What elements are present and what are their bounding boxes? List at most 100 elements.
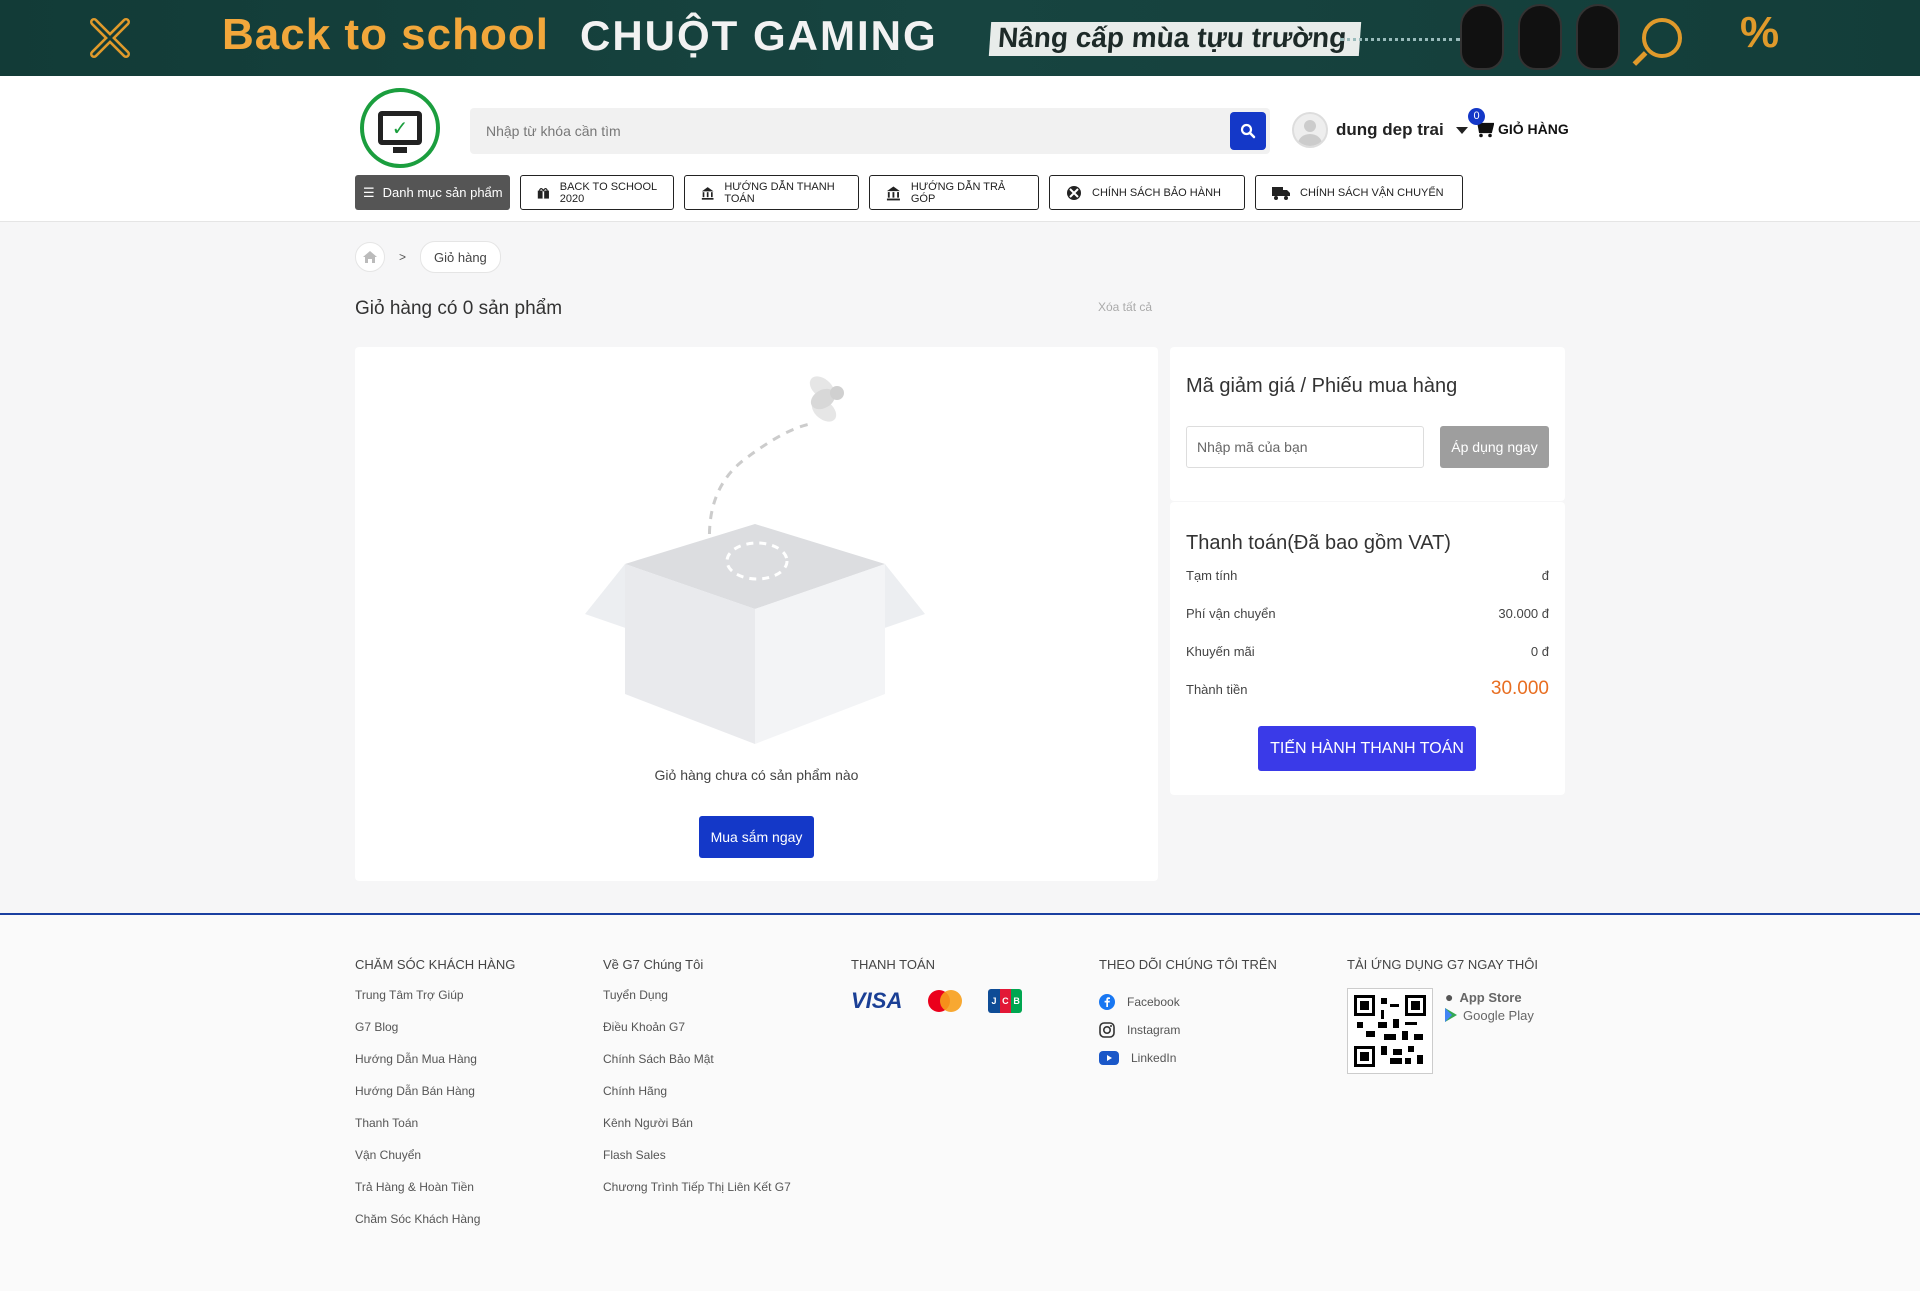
shop-now-button[interactable]: Mua sắm ngay — [699, 816, 814, 858]
total-row: Thành tiền 30.000 — [1186, 678, 1549, 700]
chevron-down-icon — [1455, 126, 1468, 134]
footer-link[interactable]: Vận Chuyển — [355, 1148, 515, 1180]
visa-logo: VISA — [851, 988, 903, 1013]
payment-title: Thanh toán(Đã bao gồm VAT) — [1186, 532, 1451, 554]
footer-link[interactable]: Tuyển Dụng — [603, 988, 791, 1020]
footer-link[interactable]: Điều Khoản G7 — [603, 1020, 791, 1052]
search-button[interactable] — [1230, 112, 1266, 150]
mouse-image — [1518, 4, 1562, 70]
footer-follow: THEO DÕI CHÚNG TÔI TRÊN Facebook Instagr… — [1099, 957, 1277, 1072]
username: dung dep trai — [1336, 120, 1444, 139]
nav-label: HƯỚNG DẪN THANH TOÁN — [724, 180, 835, 205]
footer-link[interactable]: Trung Tâm Trợ Giúp — [355, 988, 515, 1020]
footer-link[interactable]: Thanh Toán — [355, 1116, 515, 1148]
banner-subtitle: Nâng cấp mùa tựu trường — [988, 22, 1362, 56]
footer-link[interactable]: Chương Trình Tiếp Thị Liên Kết G7 — [603, 1180, 791, 1212]
linkedin-link[interactable]: LinkedIn — [1099, 1044, 1277, 1072]
truck-icon — [1272, 186, 1290, 200]
row-value: đ — [1541, 568, 1549, 583]
empty-cart-panel: Giỏ hàng chưa có sản phẩm nào Mua sắm ng… — [355, 347, 1158, 881]
app-store-link[interactable]: ● App Store — [1445, 988, 1534, 1006]
coupon-panel: Mã giảm giá / Phiếu mua hàng Áp dụng nga… — [1170, 347, 1565, 501]
footer-heading: CHĂM SÓC KHÁCH HÀNG — [355, 957, 516, 972]
row-label: Phí vận chuyển — [1186, 606, 1276, 621]
nav-warranty-policy[interactable]: CHÍNH SÁCH BẢO HÀNH — [1049, 175, 1245, 210]
cart-link[interactable]: 0 GIỎ HÀNG — [1468, 108, 1569, 138]
mouse-image — [1460, 4, 1504, 70]
bank-icon — [701, 186, 714, 200]
banner-title-gaming-mouse: CHUỘT GAMING — [580, 12, 938, 59]
nav-payment-guide[interactable]: HƯỚNG DẪN THANH TOÁN — [684, 175, 859, 210]
mouse-image — [1576, 4, 1620, 70]
main-nav: ☰ Danh mục sản phẩm BACK TO SCHOOL 2020 … — [355, 175, 1463, 210]
search-input[interactable] — [470, 108, 1210, 154]
category-menu-button[interactable]: ☰ Danh mục sản phẩm — [355, 175, 510, 210]
row-value: 0 đ — [1530, 644, 1549, 659]
clear-all-link[interactable]: Xóa tất cả — [1098, 300, 1152, 314]
google-play-icon — [1445, 1008, 1457, 1022]
google-play-link[interactable]: Google Play — [1445, 1006, 1534, 1024]
site-footer: CHĂM SÓC KHÁCH HÀNG Trung Tâm Trợ Giúp G… — [0, 913, 1920, 1291]
payment-summary: Thanh toán(Đã bao gồm VAT) Tạm tính đ Ph… — [1170, 502, 1565, 795]
youtube-icon — [1099, 1051, 1119, 1065]
qr-code — [1347, 988, 1433, 1074]
footer-link[interactable]: Hướng Dẫn Bán Hàng — [355, 1084, 515, 1116]
footer-app: TẢI ỨNG DỤNG G7 NGAY THÔI ● App Store Go… — [1347, 957, 1538, 1074]
qr-code-image — [1354, 995, 1426, 1067]
nav-label: BACK TO SCHOOL 2020 — [559, 180, 657, 205]
footer-heading: THANH TOÁN — [851, 957, 936, 972]
footer-link[interactable]: Chính Hãng — [603, 1084, 791, 1116]
nav-installment-guide[interactable]: HƯỚNG DẪN TRẢ GÓP — [869, 175, 1039, 210]
nav-label: HƯỚNG DẪN TRẢ GÓP — [910, 180, 1006, 205]
avatar — [1292, 112, 1328, 148]
magnifier-icon — [1642, 18, 1682, 58]
site-header: ✓ dung dep trai 0 GIỎ HÀNG ☰ Danh mục sả… — [0, 76, 1920, 222]
apple-icon: ● — [1445, 989, 1454, 1005]
empty-cart-text: Giỏ hàng chưa có sản phẩm nào — [654, 767, 859, 783]
footer-link[interactable]: Flash Sales — [603, 1148, 791, 1180]
apply-coupon-button[interactable]: Áp dụng ngay — [1440, 426, 1549, 468]
app-store-label: App Store — [1459, 989, 1522, 1005]
google-play-label: Google Play — [1463, 1007, 1534, 1023]
footer-link[interactable]: G7 Blog — [355, 1020, 515, 1052]
social-label: Facebook — [1127, 995, 1180, 1009]
footer-link[interactable]: Kênh Người Bán — [603, 1116, 791, 1148]
cart-label: GIỎ HÀNG — [1498, 121, 1569, 137]
jcb-logo: JCB — [988, 989, 1023, 1013]
nav-shipping-policy[interactable]: CHÍNH SÁCH VẬN CHUYỂN — [1255, 175, 1463, 210]
breadcrumb-current[interactable]: Giỏ hàng — [420, 241, 501, 273]
nav-back-to-school[interactable]: BACK TO SCHOOL 2020 — [520, 175, 674, 210]
search-icon — [1240, 123, 1256, 139]
nav-label: CHÍNH SÁCH VẬN CHUYỂN — [1300, 186, 1444, 199]
facebook-icon — [1099, 994, 1115, 1010]
footer-link[interactable]: Chính Sách Bảo Mật — [603, 1052, 791, 1084]
breadcrumb-home[interactable] — [355, 242, 385, 272]
cart-count-badge: 0 — [1468, 108, 1485, 125]
footer-about: Về G7 Chúng Tôi Tuyển Dụng Điều Khoản G7… — [603, 957, 791, 1212]
user-menu[interactable]: dung dep trai — [1292, 112, 1468, 148]
nav-label: CHÍNH SÁCH BẢO HÀNH — [1092, 186, 1221, 199]
banner-mice-image — [1460, 4, 1620, 70]
site-logo[interactable]: ✓ — [360, 88, 440, 168]
breadcrumb: > Giỏ hàng — [355, 241, 501, 273]
row-label: Thành tiền — [1186, 681, 1248, 697]
discount-row: Khuyến mãi 0 đ — [1186, 644, 1549, 659]
subtotal-row: Tạm tính đ — [1186, 568, 1549, 583]
footer-customer-care: CHĂM SÓC KHÁCH HÀNG Trung Tâm Trợ Giúp G… — [355, 957, 515, 1244]
coupon-input[interactable] — [1186, 426, 1424, 468]
footer-link[interactable]: Hướng Dẫn Mua Hàng — [355, 1052, 515, 1084]
footer-heading: Về G7 Chúng Tôi — [603, 957, 704, 972]
facebook-link[interactable]: Facebook — [1099, 988, 1277, 1016]
footer-link[interactable]: Trả Hàng & Hoàn Tiền — [355, 1180, 515, 1212]
instagram-icon — [1099, 1022, 1115, 1038]
total-value: 30.000 — [1490, 678, 1549, 699]
promo-banner[interactable]: Back to school CHUỘT GAMING Nâng cấp mùa… — [0, 0, 1920, 76]
footer-heading: THEO DÕI CHÚNG TÔI TRÊN — [1099, 957, 1277, 972]
social-label: LinkedIn — [1131, 1051, 1177, 1065]
footer-link[interactable]: Chăm Sóc Khách Hàng — [355, 1212, 515, 1244]
row-label: Khuyến mãi — [1186, 644, 1255, 659]
empty-box-illustration — [585, 376, 925, 744]
monitor-check-icon: ✓ — [378, 111, 422, 153]
checkout-button[interactable]: TIẾN HÀNH THANH TOÁN — [1258, 726, 1476, 771]
instagram-link[interactable]: Instagram — [1099, 1016, 1277, 1044]
